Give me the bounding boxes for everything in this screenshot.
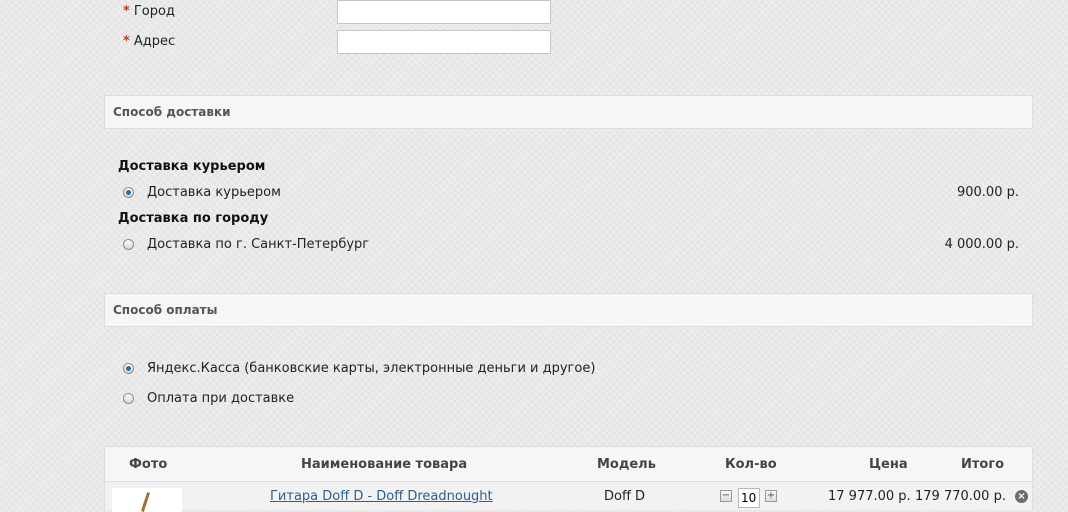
delivery-group-title: Доставка курьером — [118, 159, 266, 174]
delivery-courier-price: 900.00 р. — [956, 185, 1019, 200]
product-link[interactable]: Гитара Doff D - Doff Dreadnought — [270, 489, 493, 504]
minus-icon[interactable]: − — [720, 490, 732, 502]
delivery-courier-label[interactable]: Доставка курьером — [147, 185, 281, 200]
delivery-spb-price: 4 000.00 р. — [944, 237, 1019, 252]
required-mark: * — [123, 4, 130, 19]
product-name-cell: Гитара Doff D - Doff Dreadnought — [270, 489, 493, 504]
table-row: Гитара Doff D - Doff Dreadnought Doff D … — [104, 482, 1033, 512]
quantity-input[interactable] — [738, 488, 760, 508]
delivery-courier-radio[interactable] — [123, 187, 134, 198]
city-label-text: Город — [133, 4, 175, 19]
product-total: 179 770.00 р. — [915, 489, 1006, 504]
col-qty: Кол-во — [725, 457, 777, 472]
product-image[interactable] — [112, 488, 182, 512]
col-name: Наименование товара — [301, 457, 468, 472]
payment-yandex-radio[interactable] — [123, 363, 134, 374]
delivery-spb-label[interactable]: Доставка по г. Санкт-Петербург — [147, 237, 369, 252]
city-label: * Город — [123, 4, 175, 19]
payment-cod-label[interactable]: Оплата при доставке — [147, 391, 294, 406]
col-model: Модель — [597, 457, 656, 472]
col-photo: Фото — [129, 457, 168, 472]
required-mark: * — [123, 34, 130, 49]
guitar-neck — [140, 492, 151, 512]
delivery-spb-radio[interactable] — [123, 239, 134, 250]
payment-cod-radio[interactable] — [123, 393, 134, 404]
address-label: * Адрес — [123, 34, 175, 49]
delivery-group-title: Доставка по городу — [118, 211, 269, 226]
col-price: Цена — [869, 457, 908, 472]
address-input[interactable] — [337, 30, 551, 54]
delivery-section-header: Способ доставки — [104, 95, 1033, 129]
cart-table-header: Фото Наименование товара Модель Кол-во Ц… — [104, 446, 1033, 482]
product-model: Doff D — [604, 489, 646, 504]
payment-section-header: Способ оплаты — [104, 293, 1033, 327]
plus-icon[interactable]: + — [765, 490, 777, 502]
payment-yandex-label[interactable]: Яндекс.Касса (банковские карты, электрон… — [147, 361, 595, 376]
city-input[interactable] — [337, 0, 551, 24]
address-label-text: Адрес — [133, 34, 176, 49]
col-total: Итого — [961, 457, 1005, 472]
remove-icon[interactable]: × — [1015, 490, 1028, 503]
product-price: 17 977.00 р. — [828, 489, 911, 504]
